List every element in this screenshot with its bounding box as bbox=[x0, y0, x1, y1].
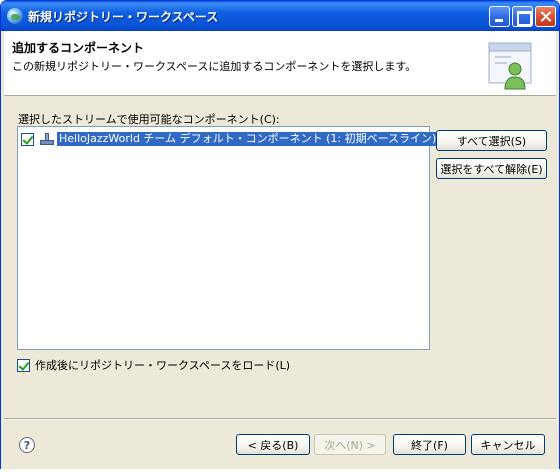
close-button[interactable] bbox=[535, 6, 556, 27]
globe-icon bbox=[7, 8, 23, 24]
component-icon bbox=[40, 133, 54, 145]
component-checkbox[interactable] bbox=[21, 132, 34, 146]
load-option[interactable]: 作成後にリポジトリー・ワークスペースをロード(L) bbox=[17, 357, 290, 373]
wizard-dialog: 新規リポジトリー・ワークスペース 追加するコンポーネント この新規リポジトリー・… bbox=[0, 0, 560, 472]
minimize-button[interactable] bbox=[489, 6, 510, 27]
wizard-user-graphic-icon bbox=[488, 42, 532, 90]
page-title: 追加するコンポーネント bbox=[12, 41, 145, 55]
help-icon[interactable]: ? bbox=[19, 437, 35, 453]
footer-separator bbox=[4, 418, 556, 420]
back-button[interactable]: < 戻る(B) bbox=[236, 434, 310, 455]
window-title: 新規リポジトリー・ワークスペース bbox=[28, 10, 219, 24]
components-list-label: 選択したストリームで使用可能なコンポーネント(C): bbox=[18, 113, 280, 126]
load-option-label: 作成後にリポジトリー・ワークスペースをロード(L) bbox=[35, 359, 291, 372]
page-description: この新規リポジトリー・ワークスペースに追加するコンポーネントを選択します。 bbox=[12, 60, 417, 73]
next-button[interactable]: 次へ(N) > bbox=[314, 434, 386, 455]
load-checkbox[interactable] bbox=[17, 358, 30, 372]
list-item[interactable]: HelloJazzWorld チーム デフォルト・コンポーネント (1: 初期ベ… bbox=[21, 131, 439, 147]
deselect-all-button[interactable]: 選択をすべて解除(E) bbox=[436, 158, 547, 179]
cancel-button[interactable]: キャンセル bbox=[471, 434, 545, 455]
maximize-button[interactable] bbox=[512, 6, 533, 27]
components-list[interactable]: HelloJazzWorld チーム デフォルト・コンポーネント (1: 初期ベ… bbox=[17, 126, 439, 350]
wizard-header: 追加するコンポーネント この新規リポジトリー・ワークスペースに追加するコンポーネ… bbox=[4, 31, 556, 96]
title-bar[interactable]: 新規リポジトリー・ワークスペース bbox=[1, 1, 559, 31]
select-all-button[interactable]: すべて選択(S) bbox=[436, 130, 547, 151]
finish-button[interactable]: 終了(F) bbox=[393, 434, 466, 455]
component-label: HelloJazzWorld チーム デフォルト・コンポーネント (1: 初期ベ… bbox=[57, 132, 439, 146]
